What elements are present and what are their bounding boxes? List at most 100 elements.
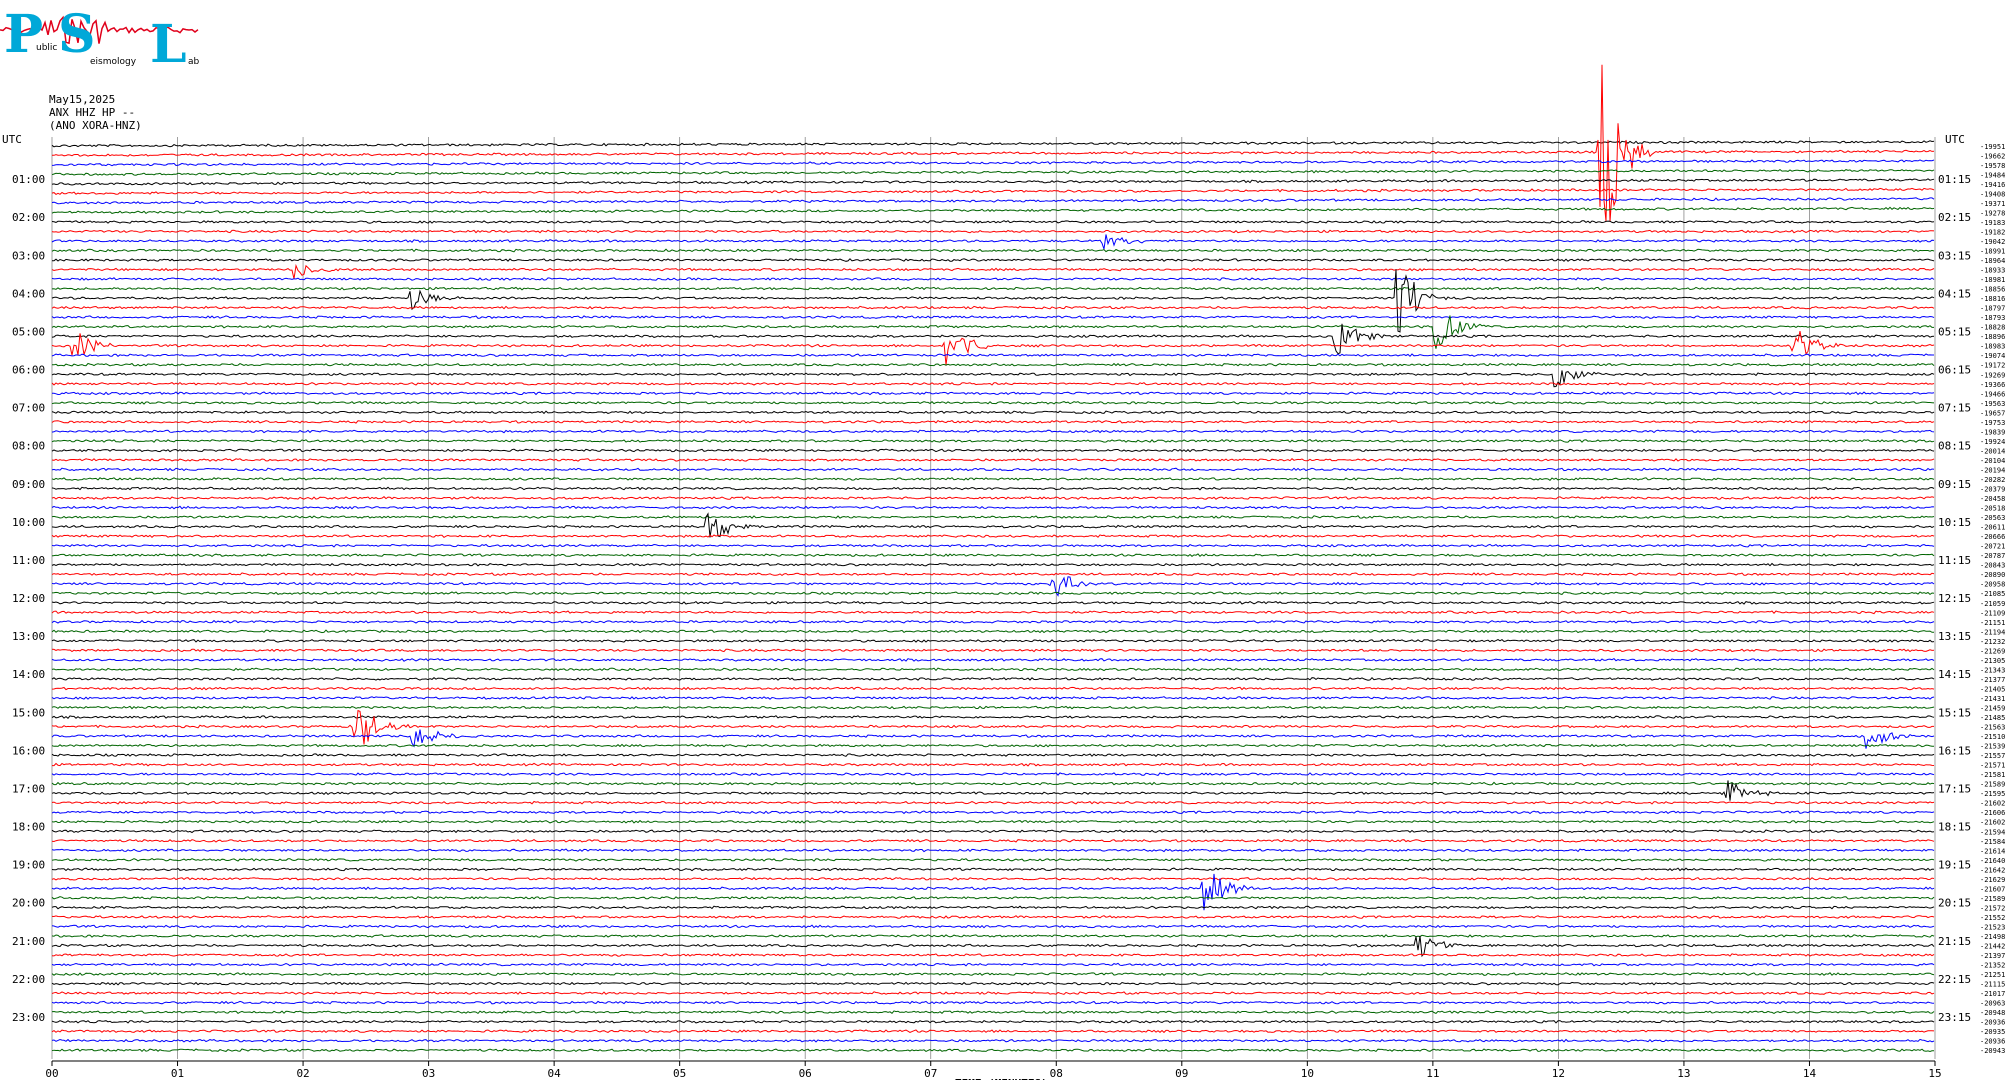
trace-50: [51, 619, 1935, 624]
trace-88: [51, 981, 1935, 986]
trace-61: [51, 709, 1934, 745]
trace-offset-label: -19371: [1980, 200, 2005, 208]
x-tick-label: 11: [1426, 1067, 1439, 1080]
trace-offset-label: -21151: [1980, 619, 2005, 627]
trace-offset-label: -21642: [1980, 866, 2005, 874]
trace-offset-label: -21539: [1980, 743, 2005, 751]
trace-10: [51, 234, 1935, 250]
trace-offset-label: -19839: [1980, 428, 2005, 436]
trace-71: [51, 819, 1935, 824]
left-hour-label: 16:00: [12, 744, 45, 757]
x-tick-label: 14: [1803, 1067, 1817, 1080]
right-hour-label: 11:15: [1938, 554, 1971, 567]
trace-offset-label: -18816: [1980, 295, 2005, 303]
left-hour-label: 08:00: [12, 440, 45, 453]
trace-14: [51, 277, 1935, 281]
x-tick-label: 15: [1928, 1067, 1941, 1080]
trace-56: [51, 676, 1935, 681]
right-hour-label: 19:15: [1938, 859, 1971, 872]
trace-15: [51, 286, 1935, 291]
right-hour-label: 06:15: [1938, 364, 1971, 377]
trace-offset-label: -20611: [1980, 524, 2005, 532]
right-hour-label: 13:15: [1938, 630, 1971, 643]
trace-86: [51, 962, 1935, 967]
trace-offset-label: -20936: [1980, 1019, 2005, 1027]
right-hour-label: 12:15: [1938, 592, 1971, 605]
trace-offset-label: -19416: [1980, 181, 2005, 189]
trace-offset-label: -20936: [1980, 1038, 2005, 1046]
left-hour-label: 01:00: [12, 173, 45, 186]
trace-77: [51, 877, 1935, 881]
trace-offset-label: -20379: [1980, 486, 2005, 494]
trace-5: [51, 187, 1935, 196]
trace-offset-label: -21572: [1980, 904, 2005, 912]
trace-offset-label: -18797: [1980, 305, 2005, 313]
trace-37: [51, 496, 1935, 500]
trace-9: [51, 229, 1935, 234]
trace-0: [51, 140, 1935, 148]
trace-offset-label: -21498: [1980, 933, 2005, 941]
trace-offset-label: -21377: [1980, 676, 2005, 684]
trace-22: [51, 353, 1934, 358]
trace-18: [51, 315, 1935, 319]
right-hour-label: 17:15: [1938, 782, 1971, 795]
trace-79: [51, 895, 1935, 900]
trace-19: [51, 315, 1934, 349]
trace-31: [51, 438, 1935, 443]
trace-offset-label: -21017: [1980, 990, 2005, 998]
left-hour-label: 20:00: [12, 897, 45, 910]
right-hour-label: 16:15: [1938, 744, 1971, 757]
x-tick-label: 04: [548, 1067, 562, 1080]
trace-7: [51, 206, 1935, 215]
trace-offset-label: -21459: [1980, 704, 2005, 712]
trace-8: [51, 220, 1935, 224]
trace-offset-label: -21557: [1980, 752, 2005, 760]
trace-offset-label: -18896: [1980, 333, 2005, 341]
trace-offset-label: -21442: [1980, 943, 2005, 951]
x-tick-label: 00: [45, 1067, 58, 1080]
trace-3: [51, 168, 1935, 177]
trace-offset-label: -21405: [1980, 685, 2005, 693]
trace-offset-label: -21232: [1980, 638, 2005, 646]
x-tick-label: 02: [296, 1067, 309, 1080]
trace-63: [51, 743, 1935, 748]
right-hour-label: 22:15: [1938, 973, 1971, 986]
trace-75: [51, 857, 1935, 862]
right-hour-label: 03:15: [1938, 249, 1971, 262]
trace-offset-label: -19657: [1980, 409, 2005, 417]
x-tick-label: 01: [171, 1067, 184, 1080]
x-tick-label: 03: [422, 1067, 435, 1080]
trace-offset-label: -21115: [1980, 981, 2005, 989]
trace-offset-label: -20666: [1980, 533, 2005, 541]
trace-29: [51, 419, 1935, 424]
left-hour-label: 04:00: [12, 287, 45, 300]
right-hour-label: 05:15: [1938, 325, 1971, 338]
trace-offset-label: -21397: [1980, 952, 2005, 960]
trace-48: [51, 600, 1935, 605]
trace-81: [51, 915, 1935, 919]
trace-offset-label: -21523: [1980, 923, 2005, 931]
trace-offset-label: -20943: [1980, 1047, 2005, 1055]
trace-offset-label: -20104: [1980, 457, 2005, 465]
trace-54: [51, 657, 1935, 662]
trace-offset-label: -19924: [1980, 438, 2005, 446]
trace-offset-label: -21602: [1980, 819, 2005, 827]
trace-offset-label: -18856: [1980, 286, 2005, 294]
trace-66: [51, 772, 1935, 776]
trace-47: [51, 591, 1935, 596]
trace-offset-label: -21563: [1980, 724, 2005, 732]
trace-offset-label: -19563: [1980, 400, 2005, 408]
trace-offset-label: -18964: [1980, 257, 2005, 265]
x-tick-label: 09: [1175, 1067, 1188, 1080]
right-hour-label: 15:15: [1938, 706, 1971, 719]
trace-39: [51, 515, 1935, 519]
trace-offset-label: -20721: [1980, 543, 2005, 551]
trace-64: [51, 753, 1935, 757]
trace-58: [51, 696, 1935, 700]
trace-offset-label: -18828: [1980, 324, 2005, 332]
trace-offset-label: -21085: [1980, 590, 2005, 598]
trace-offset-label: -18933: [1980, 267, 2005, 275]
trace-53: [51, 648, 1935, 653]
trace-offset-label: -21251: [1980, 971, 2005, 979]
trace-60: [51, 715, 1935, 720]
